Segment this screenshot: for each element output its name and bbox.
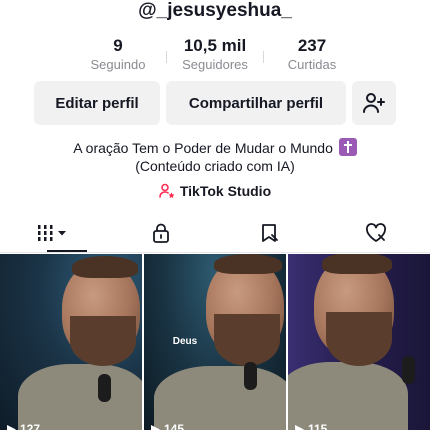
profile-tabs	[0, 214, 430, 254]
bio-line-2: (Conteúdo criado com IA)	[135, 158, 295, 174]
hoodie-shape	[18, 364, 142, 430]
stat-divider	[166, 51, 167, 63]
view-count-label: 115	[308, 422, 328, 430]
video-grid: 127 Deus 145 115	[0, 254, 430, 430]
microphone-shape	[98, 374, 111, 402]
view-count: 145	[150, 422, 184, 430]
studio-label: TikTok Studio	[179, 183, 272, 199]
microphone-shape	[244, 362, 257, 390]
tab-videos[interactable]	[0, 214, 108, 252]
microphone-shape	[402, 356, 415, 384]
profile-username: @_jesusyeshua_	[138, 0, 292, 21]
video-grid-icon	[37, 225, 66, 241]
profile-stats: 9 Seguindo 10,5 mil Seguidores 237 Curti…	[75, 35, 355, 77]
stat-likes-value: 237	[297, 36, 327, 55]
stat-following-value: 9	[113, 36, 123, 55]
beard-shape	[326, 312, 392, 366]
hoodie-shape	[154, 366, 286, 430]
studio-person-icon	[159, 183, 175, 198]
beard-shape	[70, 316, 136, 366]
tab-private[interactable]	[108, 214, 216, 252]
hair-shape	[214, 254, 282, 274]
latin-cross-icon	[338, 138, 357, 156]
video-thumbnail[interactable]: Deus 145	[144, 254, 286, 430]
stat-likes-label: Curtidas	[287, 57, 337, 72]
profile-actions: Editar perfil Compartilhar perfil	[34, 81, 396, 125]
stat-following-label: Seguindo	[90, 57, 146, 72]
bio-text: A oração Tem o Poder de Mudar o Mundo	[73, 140, 333, 156]
hoodie-shape	[288, 362, 408, 430]
video-thumbnail[interactable]: 127	[0, 254, 142, 430]
profile-bio: A oração Tem o Poder de Mudar o Mundo (C…	[0, 138, 430, 175]
share-profile-button[interactable]: Compartilhar perfil	[166, 81, 346, 125]
stat-divider	[263, 51, 264, 63]
stat-likes[interactable]: 237 Curtidas	[269, 35, 355, 77]
bio-line-1: A oração Tem o Poder de Mudar o Mundo	[0, 138, 430, 157]
add-user-icon	[363, 93, 385, 113]
liked-heart-icon	[366, 223, 387, 242]
hair-shape	[72, 256, 138, 278]
stat-followers-label: Seguidores	[182, 57, 248, 72]
video-thumbnail[interactable]: 115	[288, 254, 430, 430]
saved-bookmark-icon	[261, 224, 278, 242]
edit-profile-button[interactable]: Editar perfil	[34, 81, 160, 125]
play-icon	[151, 424, 160, 430]
view-count: 115	[294, 422, 327, 430]
tabs-divider	[0, 252, 430, 253]
tab-saved[interactable]	[215, 214, 323, 252]
view-count-label: 127	[20, 422, 41, 430]
play-icon	[7, 424, 16, 430]
lock-icon	[153, 223, 170, 243]
hair-shape	[322, 254, 392, 274]
view-count: 127	[6, 422, 40, 430]
stat-following[interactable]: 9 Seguindo	[75, 35, 161, 77]
play-icon	[295, 424, 304, 430]
view-count-label: 145	[164, 422, 185, 430]
stat-followers-value: 10,5 mil	[183, 36, 247, 55]
stat-followers[interactable]: 10,5 mil Seguidores	[172, 35, 258, 77]
tiktok-studio-link[interactable]: TikTok Studio	[0, 182, 430, 200]
add-friend-button[interactable]	[352, 81, 396, 125]
tab-liked[interactable]	[323, 214, 430, 252]
video-caption: Deus	[172, 336, 198, 347]
